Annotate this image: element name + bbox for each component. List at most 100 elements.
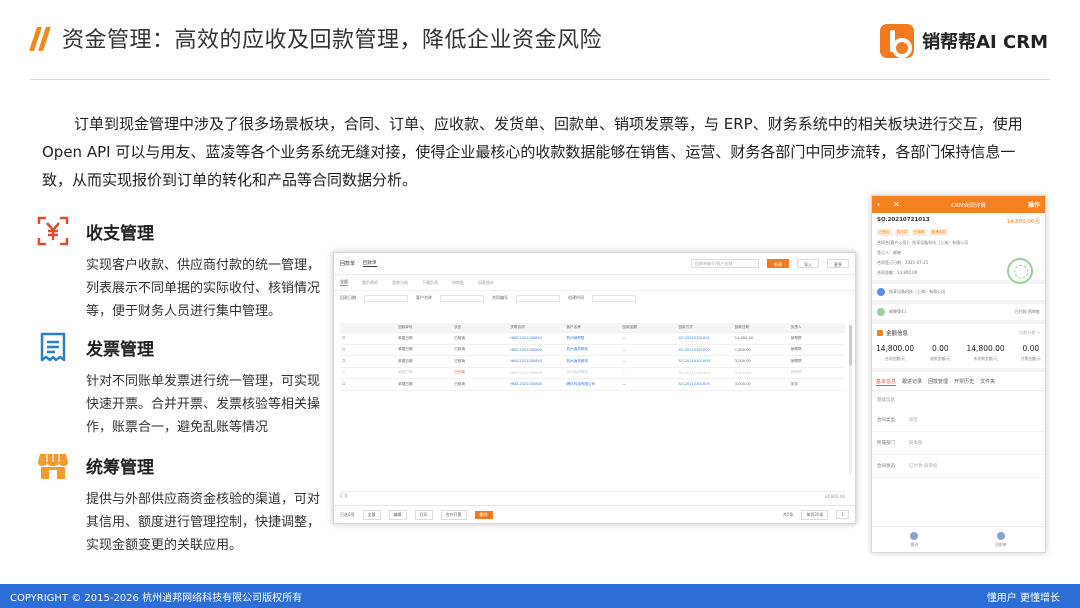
mobile-op-button[interactable]: 操作 [1028, 200, 1040, 209]
table-link[interactable]: SO.20210301002 [677, 348, 733, 352]
row-checkbox[interactable]: ☐ [340, 348, 396, 352]
table-link[interactable]: SO.20210301005 [677, 382, 733, 386]
desktop-more-button[interactable]: 更多 [827, 259, 849, 268]
desktop-summary-row: 汇总 14,800.00 [340, 491, 845, 500]
table-cell: 销帮帮 [790, 347, 802, 352]
table-cell: 销帮帮 [790, 358, 802, 363]
table-header-cell: 负责人 [790, 325, 802, 329]
money-label: 未收款金额/元 [973, 356, 998, 361]
desktop-top-tab[interactable]: 回款单 [363, 260, 377, 267]
row-checkbox[interactable]: ☐ [340, 336, 396, 340]
base-info-label: 基础信息 [877, 398, 895, 403]
tab-basic-info[interactable]: 基本信息 [876, 378, 897, 386]
status-badge: 执行中 [894, 229, 909, 236]
table-cell: 3,000.00 [734, 382, 751, 387]
table-link[interactable]: SO.20210301004 [677, 371, 733, 375]
table-link[interactable]: HKD.2021030804 [508, 371, 564, 375]
table-link[interactable]: SO.20210301003 [677, 359, 733, 363]
tab-folder[interactable]: 文件夹 [980, 378, 995, 386]
desktop-sub-tab[interactable]: 下属负责 [422, 280, 438, 286]
table-link[interactable]: 腾讯科技有限公司 [564, 382, 620, 387]
row-checkbox[interactable]: ☐ [340, 382, 396, 386]
desktop-filter-input[interactable] [516, 294, 560, 302]
desktop-filter-input[interactable] [364, 294, 408, 302]
payment-button[interactable]: 回款单 [995, 531, 1007, 548]
table-link[interactable]: SO.20210301001 [677, 336, 733, 340]
desktop-search-input[interactable]: 回款单编号/客户名称 [691, 259, 759, 268]
desktop-sub-tab[interactable]: 全部 [340, 279, 348, 286]
contract-info-line: 签订人：郝晓 [877, 250, 901, 255]
feature-title: 发票管理 [86, 339, 154, 360]
brand-b-icon [880, 24, 915, 58]
page-number[interactable]: 1 [836, 510, 849, 519]
money-label: 收款金额/元 [930, 356, 951, 361]
follow-up-button[interactable]: 跟进 [910, 531, 919, 548]
tab-payment[interactable]: 回款管理 [928, 378, 948, 386]
bulk-print-button[interactable]: 打印 [414, 509, 433, 520]
desktop-scrollbar[interactable] [849, 325, 852, 475]
table-link[interactable]: HKD.2021030802 [508, 348, 564, 352]
desktop-filter-input[interactable] [592, 294, 636, 302]
page-title: 资金管理：高效的应收及回款管理，降低企业资金风险 [62, 28, 603, 53]
feature-title: 收支管理 [86, 223, 154, 244]
money-icon [877, 330, 883, 336]
desktop-import-button[interactable]: 导入 [797, 259, 819, 268]
status-badge: 已签约 [877, 229, 892, 236]
table-link[interactable]: HKD.2021030803 [508, 359, 564, 363]
table-link[interactable]: 杭州销帮帮 [564, 336, 620, 341]
owner-card[interactable]: 郝晓等4人 已付款·再审批 [872, 300, 1045, 320]
field-key: 所属部门 [877, 441, 895, 446]
table-link[interactable]: 杭州逍邦网络 [564, 359, 620, 364]
tab-invoice-history[interactable]: 开票历史 [954, 378, 974, 386]
table-cell: 销帮帮 [790, 335, 802, 340]
desktop-new-button[interactable]: 新建 [767, 259, 789, 268]
company-icon [877, 288, 885, 296]
user-icon [877, 308, 885, 316]
intro-paragraph: 订单到现金管理中涉及了很多场景板块，合同、订单、应收款、发货单、回款单、销项发票… [42, 115, 1023, 189]
table-cell: 单据日期 [398, 347, 413, 352]
table-cell: 3,000.00 [734, 359, 751, 364]
table-row[interactable]: ☐ 单据日期 已核销 HKD.2021030803 杭州逍邦网络 — SO.20… [340, 356, 845, 368]
field-value: 已付款·再审批 [909, 464, 938, 469]
brand-logo: 销帮帮AI CRM [880, 24, 1048, 58]
desktop-sub-tab[interactable]: 我负责的 [362, 280, 378, 286]
customer-name: 佑享设备科技（上海）有限公司 [889, 289, 945, 294]
desktop-sub-tab[interactable]: 我参与的 [392, 280, 408, 286]
bulk-delete-button[interactable]: 删除 [474, 510, 493, 519]
row-checkbox[interactable]: ☐ [340, 359, 396, 363]
bulk-edit-button[interactable]: 编辑 [388, 509, 407, 520]
table-link[interactable]: HKD.2021030801 [508, 336, 564, 340]
tab-follow-up[interactable]: 跟进记录 [902, 378, 922, 386]
close-icon[interactable]: ✕ [893, 200, 909, 209]
table-cell: 已核销 [454, 358, 465, 363]
table-cell: 张华 [790, 381, 799, 386]
table-row[interactable]: ☐ 单据日期 已核销 HKD.2021030802 杭州逍邦网络 — SO.20… [340, 345, 845, 356]
row-checkbox[interactable]: ☐ [340, 371, 396, 375]
payment-plan-link[interactable]: 回款计划 > [1019, 330, 1040, 336]
back-icon[interactable]: ‹ [877, 200, 893, 209]
stage-text: 已付款·再审批 [1014, 309, 1040, 314]
table-cell: 已核销 [454, 335, 465, 340]
table-link[interactable]: 杭州逍邦网络 [564, 347, 620, 352]
bulk-all-button[interactable]: 全量 [362, 509, 381, 520]
table-row[interactable]: ☐ 单据日期 已核销 HKD.2021030801 杭州销帮帮 — SO.202… [340, 333, 845, 345]
table-link[interactable]: 杭州逍邦网络 [564, 370, 620, 375]
desktop-filter-label: 回款日期 [340, 295, 356, 300]
mobile-screenshot: ‹ ✕ CRM合同详情 操作 SO.20210721013 14,800.00元… [871, 195, 1046, 553]
table-cell: 单据日期 [398, 381, 413, 386]
desktop-sub-tab[interactable]: 回款统计 [478, 280, 494, 286]
table-header-row: 回款单号 状态 关联合同 客户名称 回款金额 回款方式 回款日期 负责人 [340, 323, 845, 333]
desktop-sub-tab[interactable]: 待审批 [452, 280, 464, 286]
table-row[interactable]: ☐ 单据日期 已作废 HKD.2021030804 杭州逍邦网络 — SO.20… [340, 368, 845, 379]
page-size-select[interactable]: 每页20条 [801, 509, 829, 520]
table-row[interactable]: ☐ 单据日期 已核销 HKD.2021030805 腾讯科技有限公司 — SO.… [340, 379, 845, 391]
desktop-filter-label: 客户名称 [416, 295, 432, 300]
desktop-filter-label: 创建时间 [568, 295, 584, 300]
desktop-filter-input[interactable] [440, 294, 484, 302]
money-title: 金额信息 [886, 331, 909, 337]
summary-value: 14,800.00 [824, 493, 845, 499]
table-link[interactable]: HKD.2021030805 [508, 382, 564, 386]
merge-invoice-button[interactable]: 合并开票 [440, 509, 467, 520]
desktop-app-title: 回款单 [340, 261, 356, 267]
total-count: 共5条 [782, 511, 794, 517]
